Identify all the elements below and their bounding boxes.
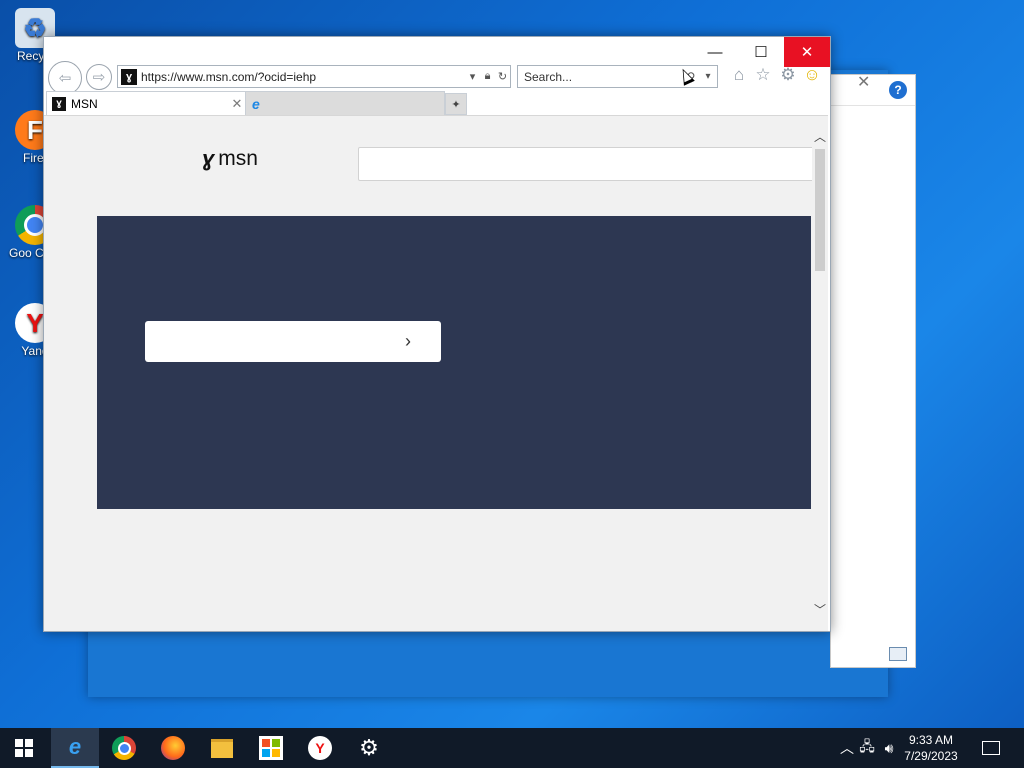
dropdown-icon[interactable]: ▾ [465, 70, 480, 83]
tab-title: MSN [71, 96, 98, 111]
windows-logo-icon [15, 739, 33, 757]
gear-icon[interactable]: ⚙ [778, 65, 798, 85]
forward-arrow-icon: ⇨ [92, 69, 106, 86]
home-icon[interactable]: ⌂ [729, 65, 749, 85]
tab-close-icon[interactable]: ✕ [229, 96, 245, 112]
close-icon: ✕ [800, 44, 814, 61]
chrome-icon [112, 736, 136, 760]
back-arrow-icon: ⇦ [58, 70, 72, 87]
internet-explorer-window: — ☐ ✕ ⇦ ⇨ ɣ https://www.msn.com/?ocid=ie… [43, 36, 831, 632]
promo-banner: › [97, 216, 811, 509]
lock-icon[interactable]: 🔒︎ [480, 70, 495, 83]
taskbar-microsoft-store[interactable] [247, 728, 295, 768]
notification-icon [982, 741, 1000, 755]
firefox-icon [161, 736, 185, 760]
close-button[interactable]: ✕ [784, 37, 830, 67]
address-bar[interactable]: ɣ https://www.msn.com/?ocid=iehp ▾ 🔒︎ ↻ [117, 65, 511, 88]
maximize-icon: ☐ [754, 44, 768, 61]
taskbar: e Y ⚙ ︿ 🖧︎ 🔊︎ 9:33 AM 7/29/2023 [0, 728, 1024, 768]
background-window-dialog: ? [830, 74, 916, 668]
taskbar-internet-explorer[interactable]: e [51, 728, 99, 768]
address-url[interactable]: https://www.msn.com/?ocid=iehp [141, 70, 465, 84]
clock-date: 7/29/2023 [904, 749, 958, 763]
forward-button[interactable]: ⇨ [86, 64, 112, 90]
taskbar-settings[interactable]: ⚙ [345, 728, 393, 768]
msn-favicon-icon: ɣ [121, 68, 137, 85]
network-icon[interactable]: 🖧︎ [856, 736, 878, 760]
smiley-feedback-icon[interactable]: ☺ [802, 65, 822, 85]
new-tab-icon: ✦ [451, 98, 461, 111]
back-button[interactable]: ⇦ [48, 61, 82, 95]
refresh-icon[interactable]: ↻ [495, 70, 510, 83]
notification-button[interactable] [982, 728, 1000, 768]
help-icon[interactable]: ? [889, 81, 907, 99]
store-icon [259, 736, 283, 760]
minimize-icon: — [707, 43, 723, 61]
new-tab-button[interactable]: ✦ [445, 93, 467, 115]
maximize-button[interactable]: ☐ [738, 37, 784, 67]
msn-favicon-icon: ɣ [52, 96, 66, 111]
search-input[interactable]: Search... [518, 70, 683, 84]
clock-time: 9:33 AM [908, 733, 954, 747]
favorites-star-icon[interactable]: ☆ [753, 65, 773, 85]
gear-icon: ⚙ [359, 735, 379, 760]
clock[interactable]: 9:33 AM 7/29/2023 [896, 732, 966, 764]
system-tray: ︿ 🖧︎ 🔊︎ [838, 728, 900, 768]
start-button[interactable] [0, 728, 48, 768]
scroll-thumb[interactable] [815, 149, 825, 271]
search-dropdown-icon[interactable]: ▾ [699, 71, 717, 82]
yandex-icon: Y [308, 736, 332, 760]
chevron-right-icon: › [405, 331, 411, 351]
page-content: ɣ msn › ︿ ﹀ [44, 115, 828, 631]
msn-butterfly-icon: ɣ [202, 146, 215, 171]
minimize-button[interactable]: — [692, 37, 738, 67]
ie-logo-icon: e [252, 95, 260, 112]
thumbnail-icon [889, 647, 907, 661]
banner-button[interactable]: › [145, 321, 441, 362]
tab-msn[interactable]: ɣ MSN ✕ [46, 91, 246, 115]
background-close-icon[interactable]: ✕ [857, 72, 870, 92]
taskbar-file-explorer[interactable] [198, 728, 246, 768]
internet-explorer-icon: e [68, 734, 82, 759]
scroll-up-icon[interactable]: ︿ [812, 128, 828, 144]
msn-search-input[interactable] [358, 147, 816, 181]
msn-logo[interactable]: ɣ msn [202, 146, 258, 172]
taskbar-chrome[interactable] [100, 728, 148, 768]
scroll-down-icon[interactable]: ﹀ [812, 601, 828, 617]
taskbar-firefox[interactable] [149, 728, 197, 768]
msn-logo-text: msn [218, 147, 258, 170]
vertical-scrollbar[interactable]: ︿ ﹀ [812, 116, 828, 631]
folder-icon [211, 738, 233, 758]
chevron-up-icon[interactable]: ︿ [838, 738, 856, 758]
taskbar-yandex[interactable]: Y [296, 728, 344, 768]
tab-new[interactable]: e [245, 91, 445, 116]
